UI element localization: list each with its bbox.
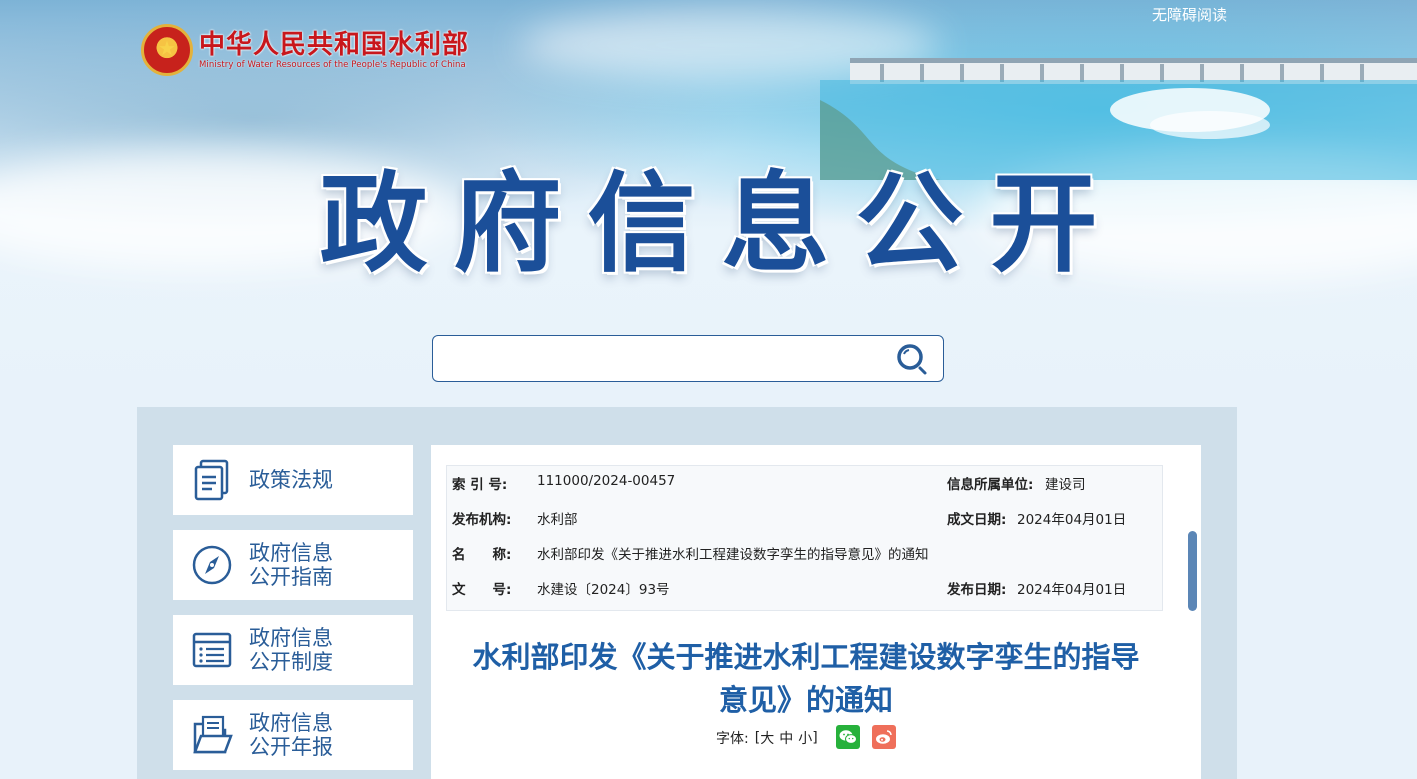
article-title-line2: 意见》的通知 [718, 683, 893, 717]
document-name-label: 名 称: [452, 547, 512, 563]
scrollbar-thumb[interactable] [1188, 531, 1197, 611]
share-wechat-button[interactable] [836, 725, 860, 749]
document-name-value: 水利部印发《关于推进水利工程建设数字孪生的指导意见》的通知 [537, 547, 929, 563]
written-date-value: 2024年04月01日 [1017, 512, 1127, 528]
written-date-label: 成文日期: [947, 512, 1007, 528]
owner-unit-value: 建设司 [1045, 477, 1086, 493]
compass-icon [192, 545, 232, 585]
sidebar-item-label: 政府信息 公开年报 [249, 711, 333, 759]
sidebar-item-label: 政策法规 [249, 468, 333, 492]
search-input[interactable] [443, 342, 883, 376]
index-number-label: 索 引 号: [452, 477, 508, 493]
sidebar-item-label-line2: 公开指南 [249, 565, 333, 589]
document-number-value: 水建设〔2024〕93号 [537, 582, 670, 598]
sidebar-item-annual-report[interactable]: 政府信息 公开年报 [173, 700, 413, 770]
sidebar-item-label-line1: 政府信息 [249, 626, 333, 650]
sidebar-item-policy-regulations[interactable]: 政策法规 [173, 445, 413, 515]
accessibility-link[interactable]: 无障碍阅读 [1152, 4, 1227, 25]
font-size-small[interactable]: 小 [798, 728, 812, 748]
font-size-switcher: 字体: [ 大 中 小 ] [716, 728, 818, 748]
sidebar-item-label-line1: 政府信息 [249, 711, 333, 735]
dam-illustration [820, 58, 1417, 180]
article-title-line1: 水利部印发《关于推进水利工程建设数字孪生的指导 [472, 640, 1140, 674]
sidebar-item-label-line1: 政策法规 [249, 468, 333, 492]
share-weibo-button[interactable] [872, 725, 896, 749]
ministry-name-cn: 中华人民共和国水利部 [199, 29, 470, 60]
wechat-icon [839, 730, 857, 744]
open-folder-icon [193, 715, 233, 754]
document-number-label: 文 号: [452, 582, 512, 598]
sidebar-item-disclosure-guide[interactable]: 政府信息 公开指南 [173, 530, 413, 600]
search-box [432, 335, 944, 382]
publisher-label: 发布机构: [452, 512, 512, 528]
owner-unit-label: 信息所属单位: [947, 477, 1034, 493]
sidebar-item-label: 政府信息 公开指南 [249, 541, 333, 589]
sidebar-item-label: 政府信息 公开制度 [249, 626, 333, 674]
font-size-large[interactable]: 大 [760, 728, 774, 748]
national-emblem-icon [141, 24, 193, 76]
list-board-icon [192, 632, 232, 668]
sidebar-item-label-line1: 政府信息 [249, 541, 333, 565]
font-bracket-close: ] [812, 730, 818, 746]
sidebar-item-label-line2: 公开年报 [249, 735, 333, 759]
publisher-value: 水利部 [537, 512, 578, 528]
page-title: 政府信息公开 [319, 162, 1124, 287]
publish-date-value: 2024年04月01日 [1017, 582, 1127, 598]
scrollbar-track[interactable] [1188, 445, 1198, 779]
ministry-logo[interactable]: 中华人民共和国水利部 Ministry of Water Resources o… [141, 24, 469, 76]
ministry-name-en: Ministry of Water Resources of the Peopl… [199, 59, 466, 70]
weibo-icon [876, 730, 892, 744]
sidebar-item-disclosure-system[interactable]: 政府信息 公开制度 [173, 615, 413, 685]
article-title: 水利部印发《关于推进水利工程建设数字孪生的指导 意见》的通知 [431, 636, 1181, 722]
font-size-medium[interactable]: 中 [779, 728, 793, 748]
publish-date-label: 发布日期: [947, 582, 1007, 598]
sidebar-item-label-line2: 公开制度 [249, 650, 333, 674]
document-stack-icon [194, 459, 229, 501]
index-number-value: 111000/2024-00457 [537, 473, 676, 489]
search-icon[interactable] [894, 342, 932, 376]
font-size-label: 字体: [716, 731, 749, 747]
